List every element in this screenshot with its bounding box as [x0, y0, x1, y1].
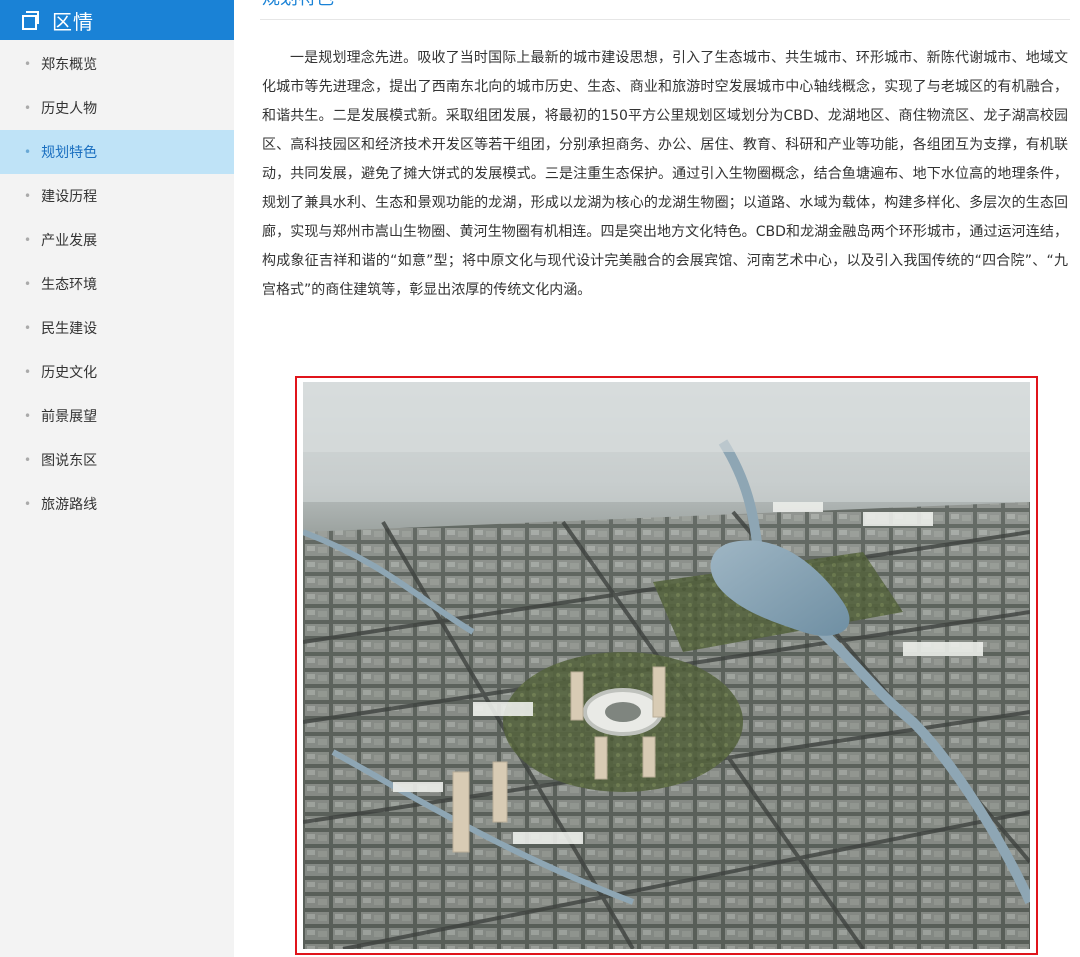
bullet-icon: • [24, 277, 32, 291]
sidebar-item-tour-routes[interactable]: • 旅游路线 [0, 482, 234, 526]
sidebar-item-label: 生态环境 [41, 277, 98, 293]
sidebar-header: 区情 [0, 0, 234, 40]
sidebar-item-ecology[interactable]: • 生态环境 [0, 262, 234, 306]
sidebar-item-planning-features[interactable]: • 规划特色 [0, 130, 234, 174]
bullet-icon: • [24, 321, 32, 335]
bullet-icon: • [24, 189, 32, 203]
sidebar: 区情 • 郑东概览 • 历史人物 • 规划特色 • 建设历程 • 产业发展 • 生态环境 •… [0, 0, 234, 957]
bullet-icon: • [24, 365, 32, 379]
sidebar-item-culture[interactable]: • 历史文化 [0, 350, 234, 394]
sidebar-item-livelihood[interactable]: • 民生建设 [0, 306, 234, 350]
bullet-icon: • [24, 145, 32, 159]
sidebar-item-label: 郑东概览 [41, 57, 98, 73]
sidebar-item-label: 规划特色 [41, 145, 98, 161]
aerial-plan-image [295, 376, 1038, 955]
sidebar-item-label: 图说东区 [41, 453, 98, 469]
bullet-icon: • [24, 409, 32, 423]
sidebar-menu: • 郑东概览 • 历史人物 • 规划特色 • 建设历程 • 产业发展 • 生态环境 • 民生建… [0, 42, 234, 526]
sidebar-item-overview[interactable]: • 郑东概览 [0, 42, 234, 86]
sidebar-item-label: 前景展望 [41, 409, 98, 425]
sidebar-title: 区情 [52, 9, 94, 34]
sidebar-item-label: 产业发展 [41, 233, 98, 249]
bullet-icon: • [24, 453, 32, 467]
sidebar-item-construction-history[interactable]: • 建设历程 [0, 174, 234, 218]
sidebar-item-label: 建设历程 [41, 189, 98, 205]
sidebar-item-label: 旅游路线 [41, 497, 98, 513]
sidebar-item-industry[interactable]: • 产业发展 [0, 218, 234, 262]
bullet-icon: • [24, 101, 32, 115]
bullet-icon: • [24, 497, 32, 511]
sidebar-item-label: 民生建设 [41, 321, 98, 337]
window-icon [20, 10, 40, 30]
title-divider [260, 19, 1070, 20]
bullet-icon: • [24, 233, 32, 247]
sidebar-item-label: 历史文化 [41, 365, 98, 381]
page-title: 规划特色 [262, 0, 352, 8]
bullet-icon: • [24, 57, 32, 71]
aerial-city-illustration [303, 382, 1030, 949]
article-paragraph: 一是规划理念先进。吸收了当时国际上最新的城市建设思想，引入了生态城市、共生城市、… [262, 50, 1068, 298]
sidebar-item-outlook[interactable]: • 前景展望 [0, 394, 234, 438]
sidebar-item-gallery[interactable]: • 图说东区 [0, 438, 234, 482]
sidebar-item-historical-figures[interactable]: • 历史人物 [0, 86, 234, 130]
main-content: 规划特色 一是规划理念先进。吸收了当时国际上最新的城市建设思想，引入了生态城市、… [234, 0, 1080, 957]
sidebar-item-label: 历史人物 [41, 101, 98, 117]
